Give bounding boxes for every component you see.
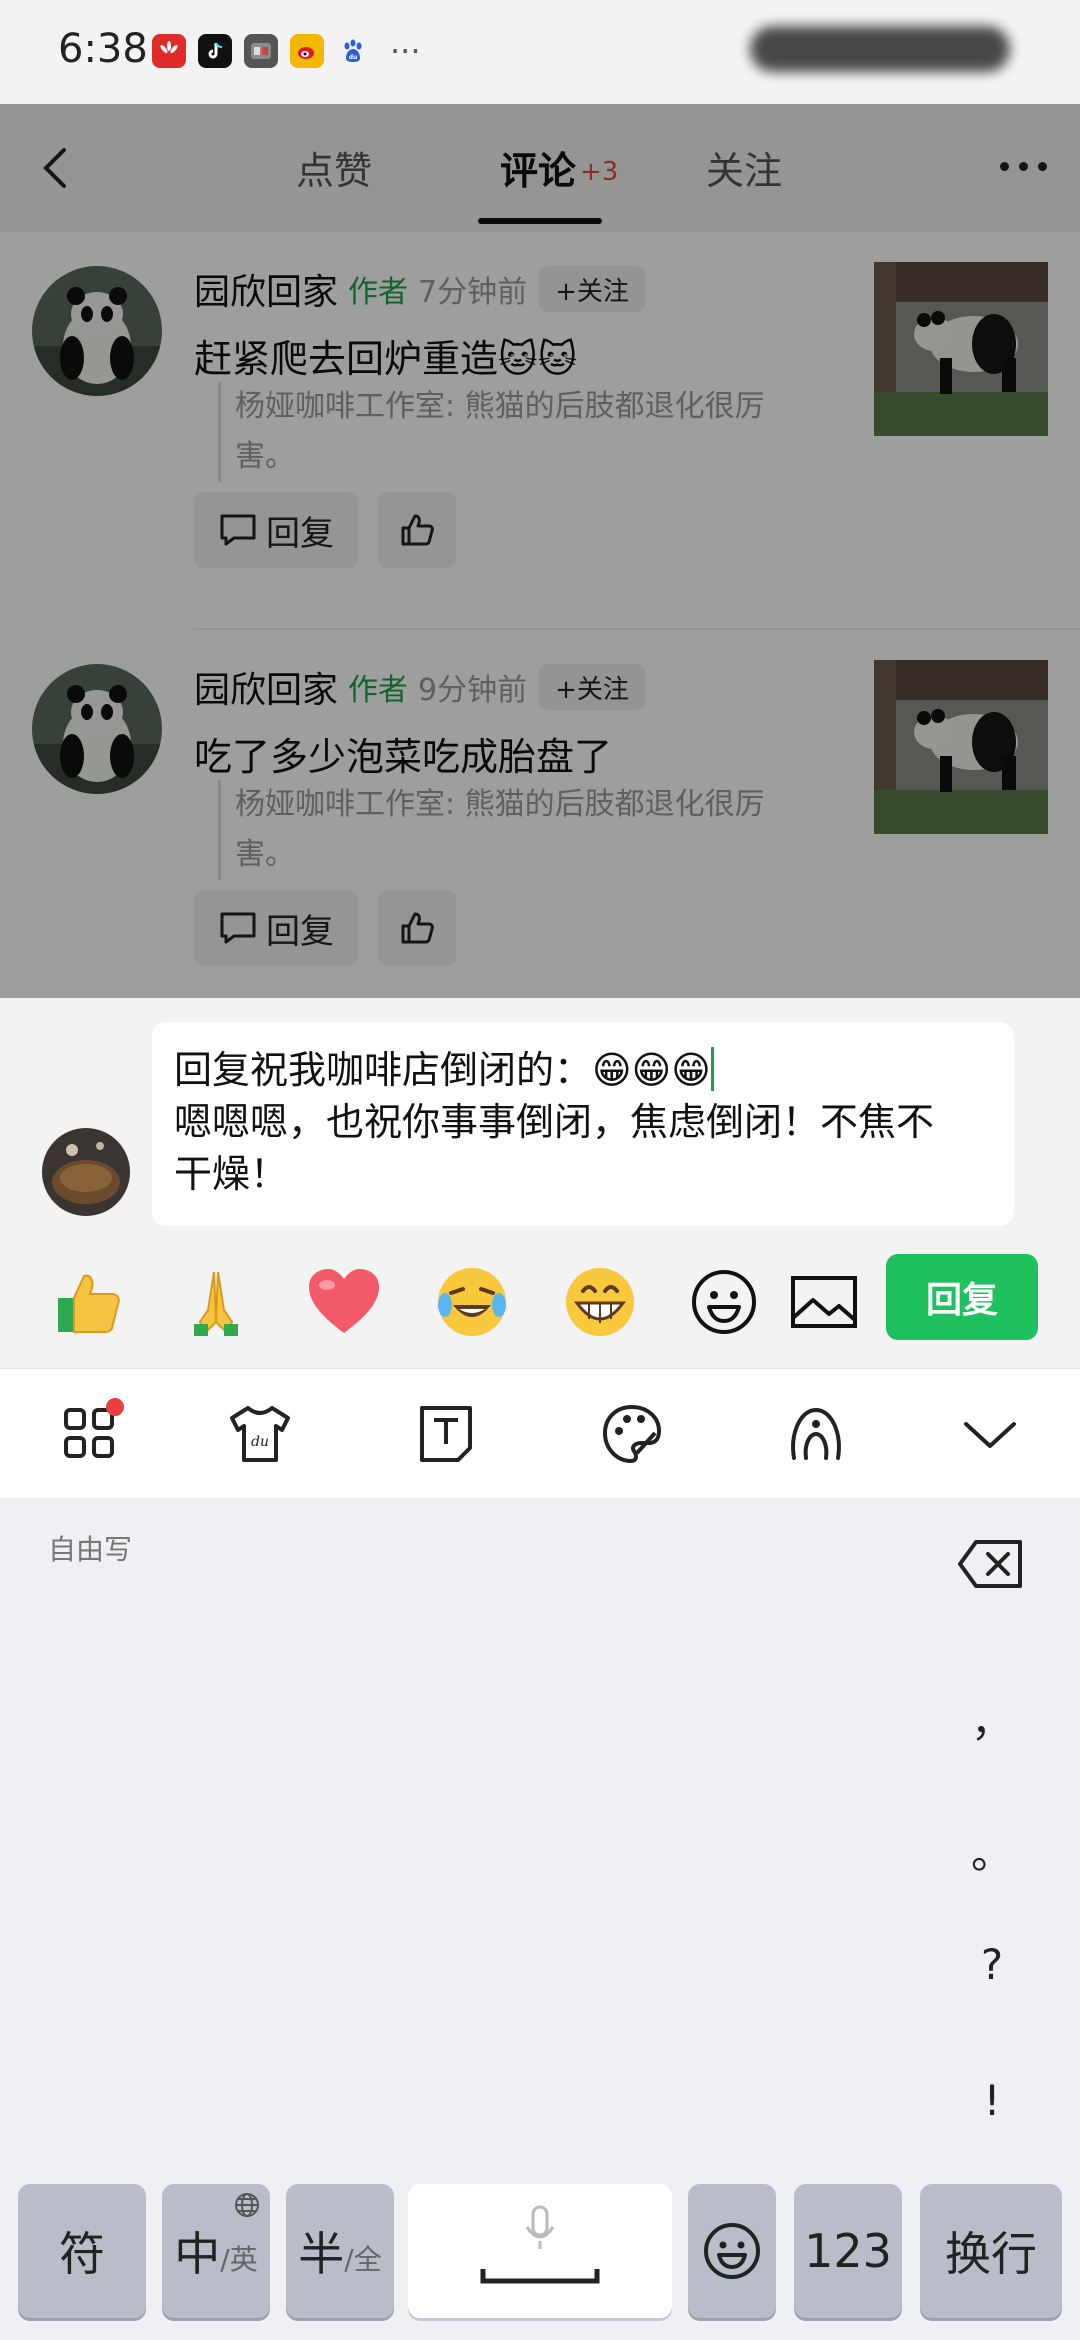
space-key[interactable] [408,2184,672,2318]
comment-header: 园欣回家 作者 7分钟前 +关注 [194,262,645,316]
like-button[interactable] [378,890,456,966]
space-mic-icon [480,2205,600,2284]
backspace-key[interactable] [956,1538,1026,1590]
status-more-indicator: ··· [390,32,421,70]
text-cursor [710,1047,714,1091]
comment-bubble-icon [220,912,256,944]
avatar[interactable] [32,664,162,794]
tiktok-icon [198,34,232,68]
pray-emoji[interactable] [176,1262,256,1342]
post-thumbnail[interactable] [874,262,1048,436]
ime-keyboard: 自由写 ， 。 ? ! 符 中/英 半/全 123 换行 [0,1498,1080,2340]
width-toggle-key[interactable]: 半/全 [286,2184,394,2318]
submit-reply-button[interactable]: 回复 [886,1254,1038,1340]
collapse-keyboard-icon[interactable] [958,1402,1022,1466]
keyboard-toolbar: du [0,1368,1080,1498]
comma-key[interactable]: ， [952,1688,1032,1749]
author-badge: 作者 [348,275,409,310]
status-app-icons: du ··· [152,34,421,68]
author-badge: 作者 [348,673,409,708]
comment-actions: 回复 [194,890,456,966]
handwriting-mode-label: 自由写 [48,1533,133,1566]
tab-likes[interactable]: 点赞 [296,140,372,195]
palette-icon[interactable] [600,1402,664,1466]
emoji-key[interactable] [688,2184,776,2318]
emoji-picker-icon[interactable] [684,1262,764,1342]
symbol-key[interactable]: 符 [18,2184,146,2318]
baidu-icon: du [336,34,370,68]
quoted-comment: 杨娅咖啡工作室: 熊猫的后肢都退化很厉 害。 [218,780,818,880]
comment-bubble-icon [220,514,256,546]
like-button[interactable] [378,492,456,568]
reply-button[interactable]: 回复 [194,890,358,966]
question-key[interactable]: ? [952,1940,1032,1989]
comment-time: 9分钟前 [418,673,528,708]
emoji-inline: 😁😁😁 [592,1048,711,1092]
thumbs-up-icon [401,514,434,546]
tab-comments-badge: +3 [580,157,619,187]
number-key[interactable]: 123 [794,2184,902,2318]
language-toggle-key[interactable]: 中/英 [162,2184,270,2318]
chevron-left-icon [43,148,66,188]
panda-avatar-image [32,266,162,396]
avatar[interactable] [32,266,162,396]
quoted-comment: 杨娅咖啡工作室: 熊猫的后肢都退化很厉 害。 [218,382,818,482]
status-time: 6:38 [58,26,148,72]
skin-shirt-icon[interactable]: du [228,1402,292,1466]
globe-icon [235,2193,259,2217]
heart-emoji[interactable] [304,1262,384,1342]
my-avatar [42,1128,130,1216]
status-right-icons-blurred [750,26,1010,72]
comment-header: 园欣回家 作者 9分钟前 +关注 [194,660,645,714]
laughing-crying-emoji[interactable] [432,1262,512,1342]
thumbs-up-icon [401,912,434,944]
active-tab-indicator [478,218,602,224]
apps-grid-icon[interactable] [58,1398,124,1466]
status-bar: 6:38 du ··· [0,0,1080,104]
panda-avatar-image [32,664,162,794]
comment-item[interactable]: 园欣回家 作者 9分钟前 +关注 吃了多少泡菜吃成胎盘了 杨娅咖啡工作室: 熊猫… [0,630,1080,998]
exclamation-key[interactable]: ! [952,2076,1032,2125]
tab-comments[interactable]: 评论 +3 [500,140,618,195]
more-options-button[interactable] [992,146,1054,186]
text-format-icon[interactable] [414,1402,478,1466]
comment-author[interactable]: 园欣回家 [194,263,338,315]
comment-text: 吃了多少泡菜吃成胎盘了 [194,735,613,779]
svg-text:du: du [251,1434,269,1450]
follow-button[interactable]: +关注 [539,664,645,710]
panda-photo [874,262,1048,436]
back-button[interactable] [30,140,86,196]
period-key[interactable]: 。 [952,1820,1032,1881]
top-nav: 点赞 评论 +3 关注 [0,104,1080,232]
post-thumbnail[interactable] [874,660,1048,834]
reply-button[interactable]: 回复 [194,492,358,568]
enter-key[interactable]: 换行 [920,2184,1062,2318]
comment-text: 赶紧爬去回炉重造🐱🐱 [194,337,578,381]
follow-button[interactable]: +关注 [539,266,645,312]
user-avatar-image [42,1128,130,1216]
huawei-icon [152,34,186,68]
backspace-icon [958,1540,1022,1588]
panda-photo [874,660,1048,834]
comment-author[interactable]: 园欣回家 [194,661,338,713]
comment-time: 7分钟前 [418,275,528,310]
tab-follows[interactable]: 关注 [706,140,782,195]
thumbs-up-emoji[interactable] [48,1262,128,1342]
handwriting-icon[interactable] [784,1402,848,1466]
smiley-icon [704,2223,760,2279]
weibo-icon [290,34,324,68]
svg-text:du: du [349,54,358,61]
grinning-emoji[interactable] [560,1262,640,1342]
image-picker-icon[interactable] [784,1262,864,1342]
reply-composer: 回复祝我咖啡店倒闭的：😁😁😁 嗯嗯嗯，也祝你事事倒闭，焦虑倒闭！不焦不 干燥！ … [0,998,1080,1368]
reply-text-input[interactable]: 回复祝我咖啡店倒闭的：😁😁😁 嗯嗯嗯，也祝你事事倒闭，焦虑倒闭！不焦不 干燥！ [152,1022,1014,1226]
comment-actions: 回复 [194,492,456,568]
game-icon [244,34,278,68]
comments-page: 点赞 评论+3 关注 园欣回家 作者 7分钟前 +关注 赶紧爬去回炉重造🐱🐱 [0,104,1080,998]
notification-dot [106,1398,124,1416]
comment-item[interactable]: 园欣回家 作者 7分钟前 +关注 赶紧爬去回炉重造🐱🐱 杨娅咖啡工作室: 熊猫的… [0,232,1080,630]
